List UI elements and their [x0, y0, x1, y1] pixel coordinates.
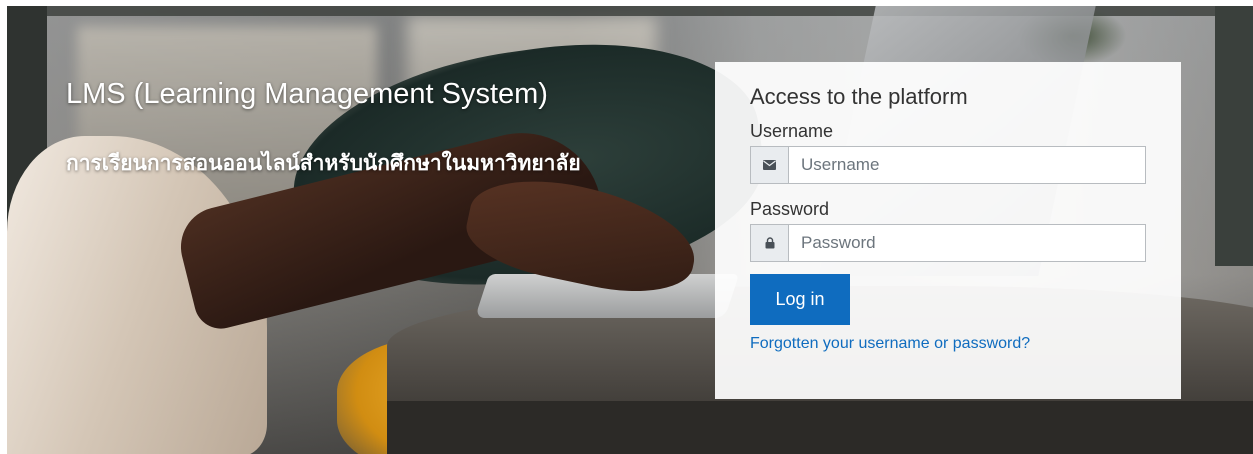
password-input-group [750, 224, 1146, 262]
login-button[interactable]: Log in [750, 274, 850, 325]
hero-subtitle: การเรียนการสอนออนไลน์สำหรับนักศึกษาในมหา… [66, 151, 581, 175]
hero-title: LMS (Learning Management System) [66, 78, 548, 110]
username-input-group [750, 146, 1146, 184]
forgot-password-link[interactable]: Forgotten your username or password? [750, 335, 1146, 353]
username-input[interactable] [789, 147, 1145, 183]
lock-icon [751, 225, 789, 261]
username-label: Username [750, 121, 834, 141]
password-label: Password [750, 199, 830, 219]
login-card: Access to the platform Username Password… [715, 62, 1181, 399]
window-frame [1215, 6, 1253, 266]
lock-icon-svg [765, 237, 774, 249]
envelope-icon [751, 147, 789, 183]
password-input[interactable] [789, 225, 1145, 261]
envelope-icon-svg [763, 160, 776, 170]
login-title: Access to the platform [750, 84, 968, 109]
table-edge-image [387, 401, 1253, 454]
